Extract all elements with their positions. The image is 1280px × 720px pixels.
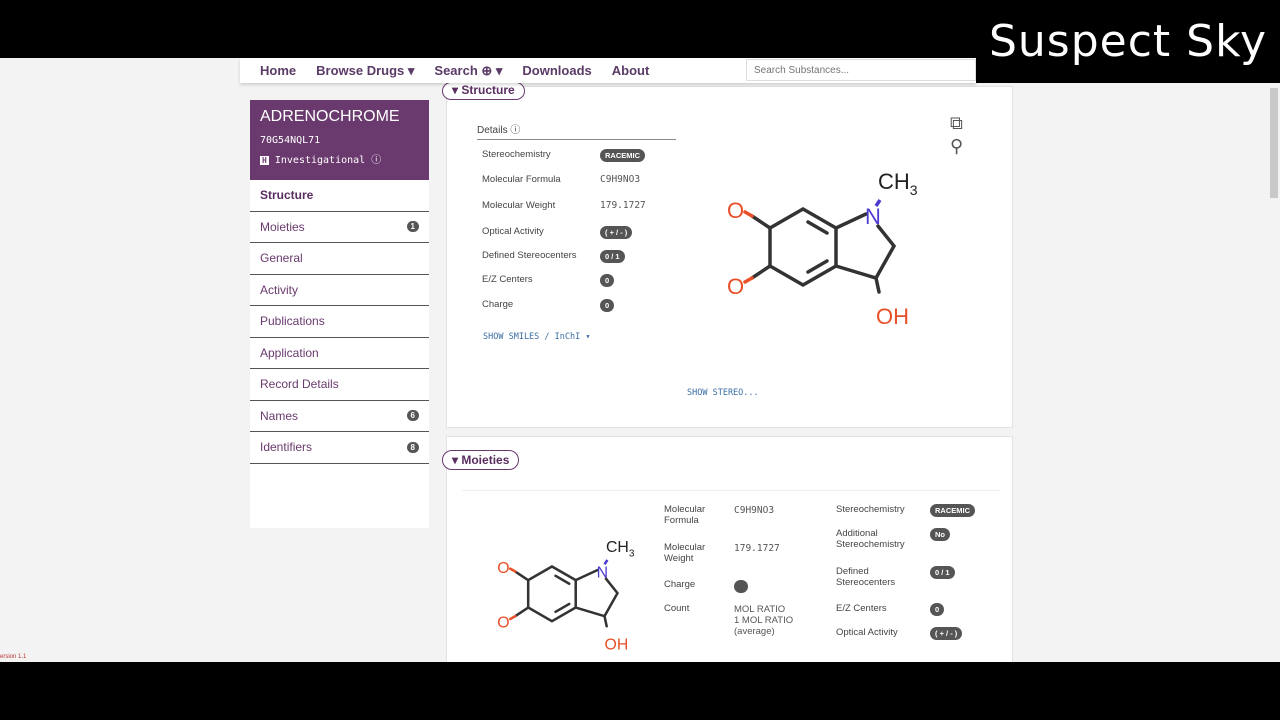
moiety-label: Defined Stereocenters [836,566,896,588]
moiety-badge: 0 / 1 [930,566,955,579]
moiety-structure-image [495,537,637,655]
moiety-label: E/Z Centers [836,603,887,614]
moiety-value: C9H9NO3 [734,505,775,516]
moieties-section-toggle[interactable]: ▾ Moieties [442,450,520,470]
moiety-label: Molecular Formula [664,504,706,526]
structure-section-toggle[interactable]: ▾ Structure [442,82,525,100]
moiety-value: 0 [734,580,749,593]
moiety-label: Count [664,603,690,614]
navbar: Home Browse Drugs ▾ Search ⊕ ▾ Downloads… [240,58,976,83]
version-text: ersion 1.1 [0,654,27,660]
moiety-label: Stereochemistry [836,504,905,515]
nav-downloads[interactable]: Downloads [522,63,591,78]
moiety-badge: No [930,528,950,541]
moiety-badge: ( + / - ) [930,627,963,640]
moiety-badge: 0 [930,603,945,616]
moiety-label: Additional Stereochemistry [836,528,905,550]
nav-about[interactable]: About [612,63,650,78]
moiety-value: 179.1727 [734,543,780,554]
nav-browse-drugs[interactable]: Browse Drugs ▾ [316,63,414,79]
nav-search[interactable]: Search ⊕ ▾ [434,63,502,79]
moiety-badge: RACEMIC [930,504,975,517]
watermark: Suspect Sky [976,0,1280,83]
moiety-label: Charge [664,579,696,590]
page: Home Browse Drugs ▾ Search ⊕ ▾ Downloads… [0,58,1280,662]
moiety-label: Molecular Weight [664,542,706,564]
moiety-label: Optical Activity [836,627,898,638]
search-input[interactable] [746,59,976,81]
nav-home[interactable]: Home [260,63,296,78]
scrollbar[interactable] [1270,88,1278,198]
moiety-value: MOL RATIO 1 MOL RATIO (average) [734,604,794,637]
